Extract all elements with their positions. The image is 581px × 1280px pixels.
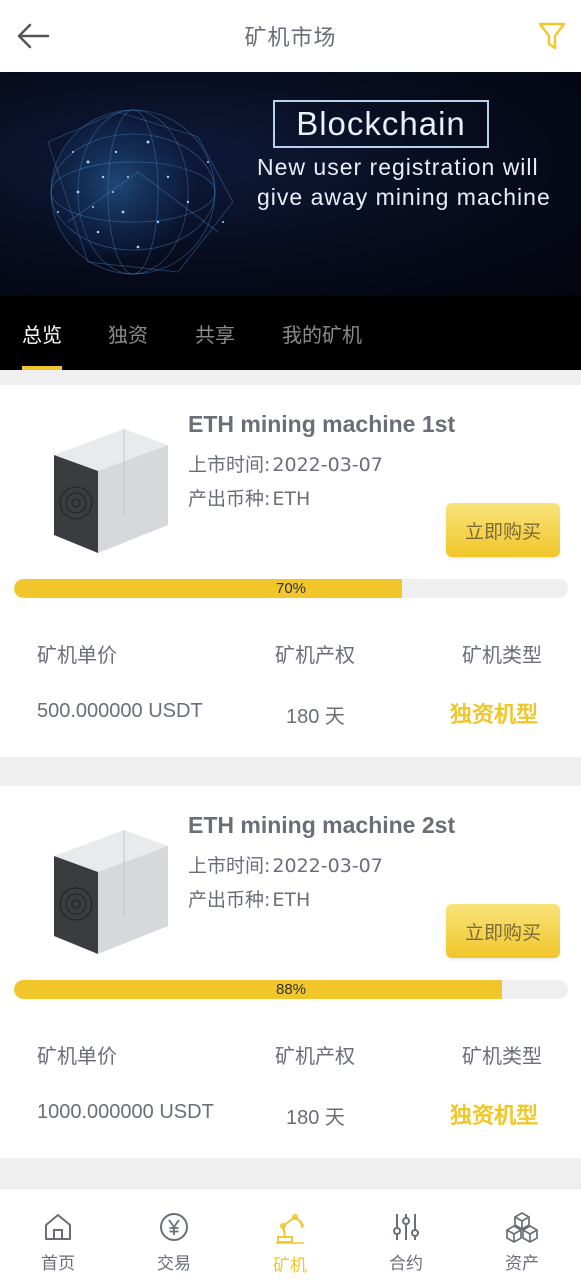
cubes-icon	[506, 1212, 538, 1243]
nav-label: 资产	[505, 1254, 539, 1274]
tab-label: 总览	[22, 322, 62, 347]
listing-date-row: 上市时间: 2022-03-07	[188, 851, 383, 878]
coin-label: 产出币种:	[188, 889, 271, 911]
nav-item-miners[interactable]: 矿机	[232, 1189, 348, 1280]
machine-card: ETH mining machine 2st 上市时间: 2022-03-07 产…	[0, 786, 581, 1158]
type-value: 独资机型	[450, 1104, 539, 1129]
type-label: 矿机类型	[462, 643, 542, 667]
nav-label: 交易	[157, 1254, 191, 1274]
tab-shared[interactable]: 共享	[195, 296, 235, 370]
machine-card: ETH mining machine 1st 上市时间: 2022-03-07 产…	[0, 385, 581, 757]
tab-bar: 总览 独资 共享 我的矿机	[0, 296, 581, 370]
price-value: 500.000000 USDT	[37, 700, 203, 722]
nav-item-trade[interactable]: 交易	[116, 1189, 232, 1280]
type-value: 独资机型	[450, 703, 539, 728]
price-value: 1000.000000 USDT	[37, 1101, 214, 1123]
banner-heading: Blockchain	[273, 100, 489, 148]
nav-item-assets[interactable]: 资产	[464, 1189, 580, 1280]
coin-value: ETH	[272, 488, 311, 510]
term-value: 180 天	[286, 1107, 345, 1129]
coin-label: 产出币种:	[188, 488, 271, 510]
type-label: 矿机类型	[462, 1044, 542, 1068]
miner-image	[54, 830, 168, 954]
coin-row: 产出币种: ETH	[188, 885, 310, 912]
price-label: 矿机单价	[37, 1044, 117, 1068]
robot-arm-icon	[276, 1213, 305, 1244]
nav-item-contract[interactable]: 合约	[348, 1189, 464, 1280]
promo-banner[interactable]: Blockchain New user registration will gi…	[0, 72, 581, 296]
top-bar: 矿机市场	[0, 0, 581, 72]
bottom-navigation: 首页 交易 矿机 合约 资产	[0, 1188, 581, 1280]
sales-progress-bar: 88%	[14, 980, 568, 999]
filter-icon[interactable]	[537, 20, 567, 52]
listing-date-value: 2022-03-07	[272, 454, 383, 476]
tab-label: 共享	[195, 322, 235, 347]
buy-now-button[interactable]: 立即购买	[446, 503, 560, 557]
tab-label: 我的矿机	[282, 322, 362, 347]
tab-overview[interactable]: 总览	[22, 296, 62, 370]
home-icon	[45, 1214, 71, 1240]
progress-text: 70%	[275, 580, 307, 597]
tab-my-machines[interactable]: 我的矿机	[282, 296, 362, 370]
miner-image	[54, 429, 168, 553]
nav-label: 合约	[389, 1254, 423, 1274]
price-label: 矿机单价	[37, 643, 117, 667]
page-title: 矿机市场	[244, 26, 337, 51]
machine-name: ETH mining machine 1st	[188, 411, 456, 437]
term-label: 矿机产权	[275, 643, 355, 667]
tab-label: 独资	[108, 322, 148, 347]
nav-label: 矿机	[273, 1256, 307, 1276]
listing-date-label: 上市时间:	[188, 454, 271, 476]
yen-icon	[160, 1213, 188, 1241]
coin-value: ETH	[272, 889, 311, 911]
buy-now-button[interactable]: 立即购买	[446, 904, 560, 958]
listing-date-value: 2022-03-07	[272, 855, 383, 877]
listing-date-label: 上市时间:	[188, 855, 271, 877]
listing-date-row: 上市时间: 2022-03-07	[188, 450, 383, 477]
globe-network-illustration	[47, 109, 234, 275]
machine-name: ETH mining machine 2st	[188, 812, 456, 838]
sales-progress-bar: 70%	[14, 579, 568, 598]
nav-item-home[interactable]: 首页	[0, 1189, 116, 1280]
term-label: 矿机产权	[275, 1044, 355, 1068]
sliders-icon	[393, 1214, 419, 1240]
progress-text: 88%	[275, 981, 307, 998]
tab-sole[interactable]: 独资	[108, 296, 148, 370]
back-arrow-icon[interactable]	[14, 18, 54, 54]
term-value: 180 天	[286, 706, 345, 728]
nav-label: 首页	[41, 1254, 75, 1274]
banner-text: New user registration will give away min…	[257, 154, 551, 210]
coin-row: 产出币种: ETH	[188, 484, 310, 511]
